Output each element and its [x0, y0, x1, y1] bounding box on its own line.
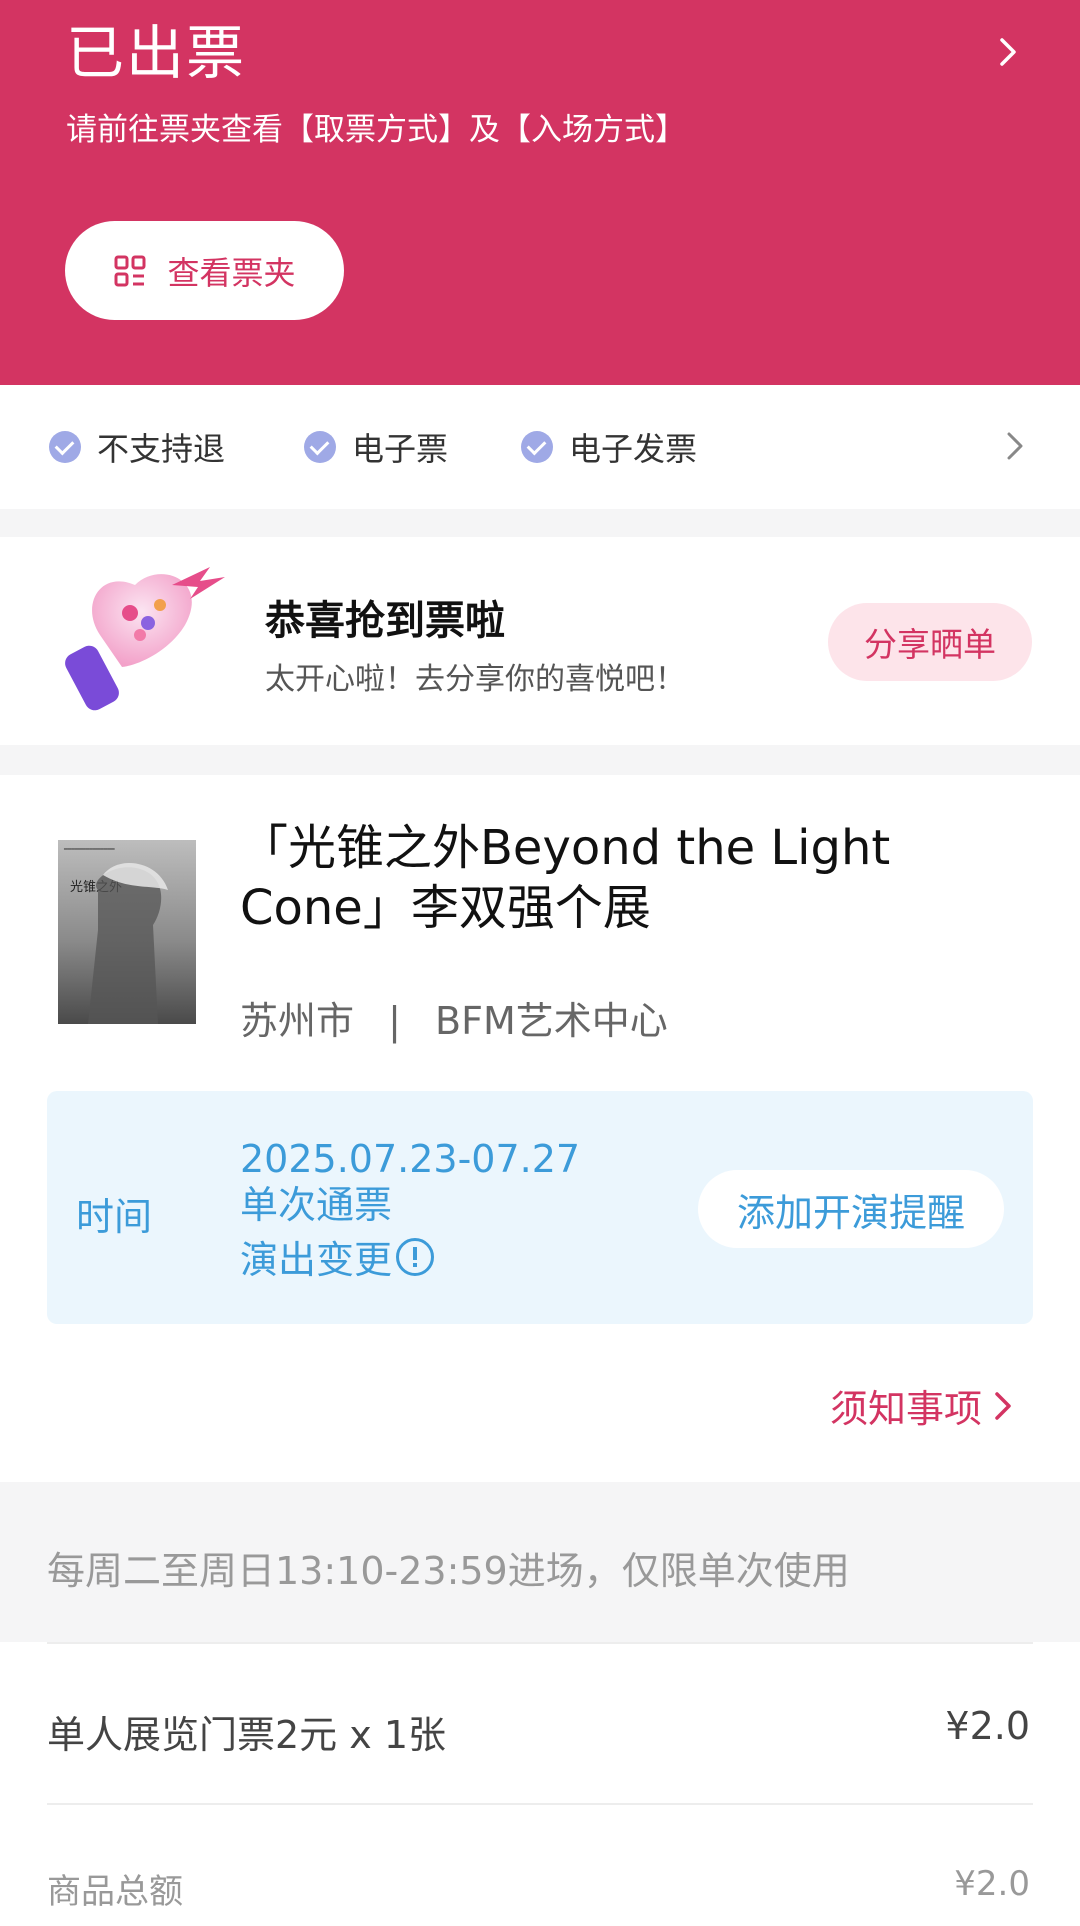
chevron-right-icon[interactable]: [1000, 428, 1030, 464]
event-title[interactable]: 「光锥之外Beyond the Light Cone」李双强个展: [240, 818, 1040, 938]
lightstick-illustration: [65, 567, 225, 711]
share-title: 恭喜抢到票啦: [265, 598, 505, 644]
time-label: 时间: [76, 1195, 153, 1239]
feature-item: 电子发票: [521, 385, 697, 509]
add-reminder-button[interactable]: 添加开演提醒: [698, 1170, 1004, 1248]
feature-label: 电子票: [352, 430, 449, 468]
location-separator: |: [388, 999, 401, 1043]
check-badge-icon: [521, 431, 553, 463]
entry-rule-text: 每周二至周日13:10-23:59进场，仅限单次使用: [47, 1549, 850, 1593]
view-ticket-wallet-button[interactable]: 查看票夹: [65, 221, 344, 320]
event-city: 苏州市: [240, 999, 355, 1043]
show-change-note[interactable]: 演出变更: [240, 1229, 435, 1284]
feature-item: 电子票: [304, 385, 448, 509]
show-change-label: 演出变更: [240, 1238, 393, 1282]
ticket-features-row[interactable]: 不支持退 电子票 电子发票: [0, 385, 1080, 509]
info-icon: [396, 1237, 435, 1276]
divider: [47, 1803, 1033, 1805]
event-poster[interactable]: ━━━━━━━━━━━━━━ 光锥之外: [58, 840, 196, 1024]
notice-link[interactable]: 须知事项: [830, 1378, 1014, 1433]
event-venue-name: BFM艺术中心: [435, 999, 668, 1043]
share-subtitle: 太开心啦！去分享你的喜悦吧！: [265, 662, 685, 697]
line-item-price: ¥2.0: [945, 1704, 1030, 1748]
check-badge-icon: [49, 431, 81, 463]
total-price: ¥2.0: [954, 1864, 1030, 1904]
feature-label: 电子发票: [569, 430, 698, 468]
line-item-label: 单人展览门票2元 x 1张: [47, 1713, 447, 1757]
time-value: 2025.07.23-07.27 单次通票: [240, 1137, 581, 1227]
order-status-title: 已出票: [66, 19, 247, 87]
chevron-right-icon[interactable]: [990, 34, 1026, 70]
qr-grid-icon: [114, 255, 146, 286]
chevron-right-icon: [995, 1391, 1011, 1420]
poster-figure: [88, 863, 168, 1024]
feature-item: 不支持退: [49, 385, 225, 509]
feature-label: 不支持退: [97, 430, 226, 468]
status-description: 请前往票夹查看【取票方式】及【入场方式】: [66, 112, 686, 148]
notice-link-label: 须知事项: [830, 1387, 983, 1431]
event-location: 苏州市 | BFM艺术中心: [240, 990, 668, 1045]
divider: [47, 1642, 1033, 1644]
view-ticket-wallet-label: 查看票夹: [167, 253, 296, 292]
share-order-button[interactable]: 分享晒单: [828, 603, 1032, 681]
check-badge-icon: [304, 431, 336, 463]
total-label: 商品总额: [47, 1872, 183, 1912]
